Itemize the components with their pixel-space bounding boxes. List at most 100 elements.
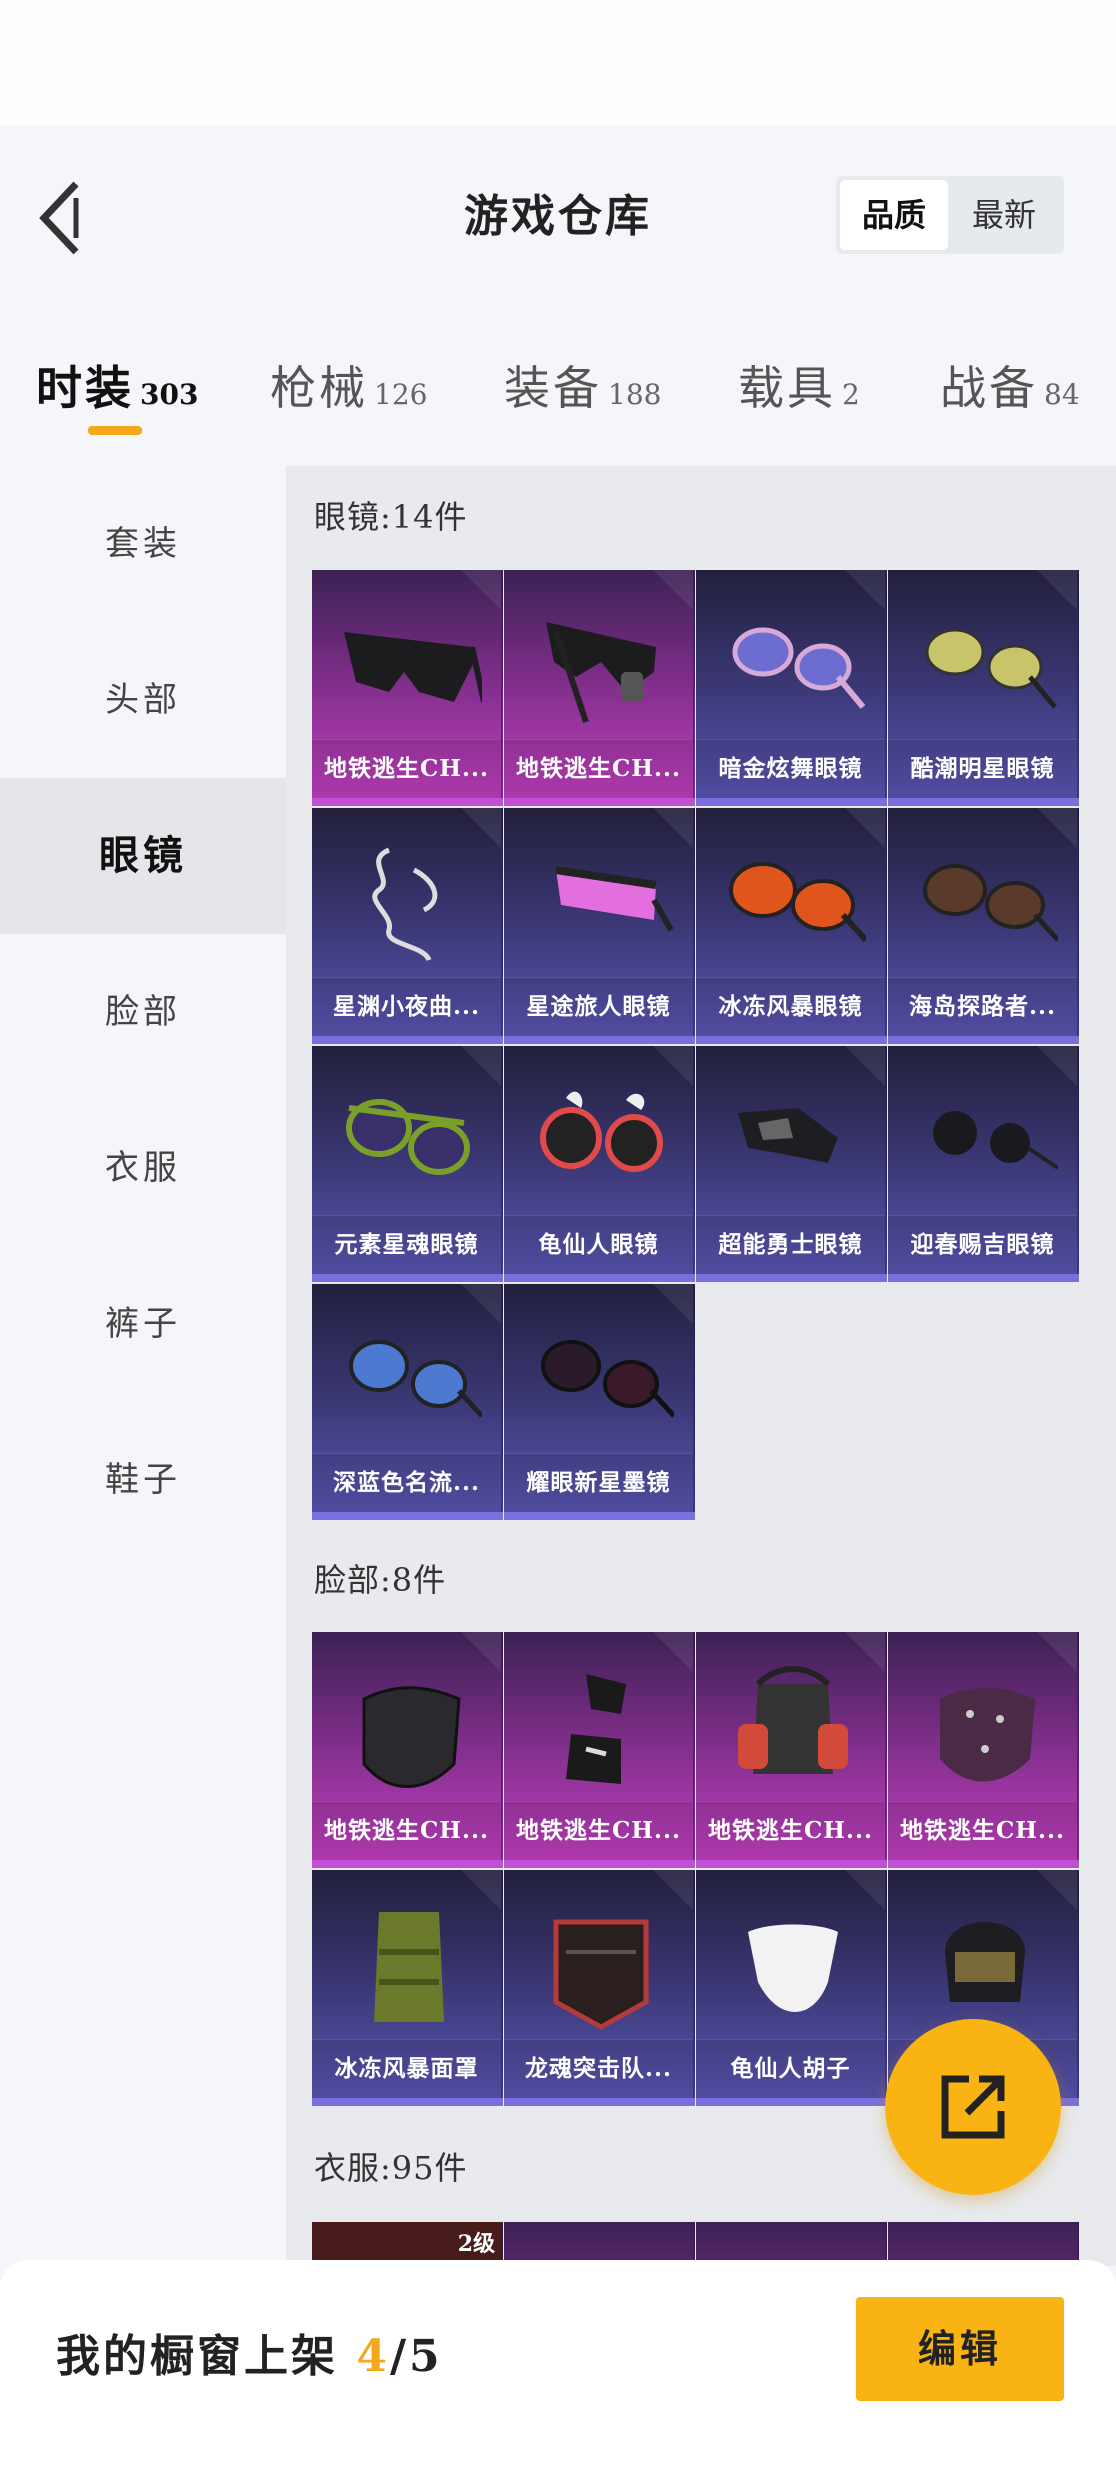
tab-vehicles[interactable]: 载具 2	[738, 352, 860, 422]
tab-label: 装备	[504, 361, 602, 415]
glasses-icon	[933, 1111, 1058, 1170]
item-name: 龟仙人胡子	[696, 2039, 885, 2098]
item-card[interactable]: 冰冻风暴面罩	[312, 1870, 503, 2106]
item-card[interactable]: 超能勇士眼镜	[696, 1046, 887, 1282]
glasses-icon	[346, 1099, 470, 1175]
sidebar-item-glasses[interactable]: 眼镜	[0, 778, 286, 934]
mask-icon	[566, 1674, 626, 1784]
section-title-face: 脸部:8件	[314, 1561, 447, 1599]
item-name: 酷潮明星眼镜	[888, 739, 1077, 798]
mask-icon	[362, 1686, 461, 1788]
showcase-label: 我的橱窗上架	[56, 2331, 357, 2382]
item-name: 超能勇士眼镜	[696, 1215, 885, 1274]
item-name: 迎春赐吉眼镜	[888, 1215, 1077, 1274]
item-name: 冰冻风暴眼镜	[696, 977, 885, 1036]
mask-icon	[553, 1919, 649, 2030]
tab-label: 枪械	[270, 361, 368, 415]
showcase-status: 我的橱窗上架 4/5	[56, 2320, 443, 2384]
item-card[interactable]: 地铁逃生CH...	[504, 1632, 695, 1868]
level-badge: 2级	[457, 2231, 495, 2257]
glasses-icon	[344, 632, 482, 703]
tab-equipment[interactable]: 装备 188	[504, 352, 661, 422]
share-external-icon	[941, 2075, 1005, 2139]
section-title-clothes: 衣服:95件	[314, 2149, 468, 2187]
glasses-icon	[732, 627, 866, 709]
item-card[interactable]: 海岛探路者...	[888, 808, 1079, 1044]
glasses-icon	[925, 628, 1057, 709]
item-name: 海岛探路者...	[888, 977, 1077, 1036]
share-button[interactable]	[885, 2019, 1061, 2195]
item-name: 耀眼新星墨镜	[504, 1453, 693, 1512]
tab-label: 时装	[36, 361, 134, 415]
neck-gaiter-icon	[374, 1912, 444, 2022]
item-card[interactable]: 耀眼新星墨镜	[504, 1284, 695, 1520]
glasses-icon	[555, 866, 674, 932]
tab-supplies[interactable]: 战备 84	[940, 352, 1080, 422]
item-card[interactable]: 酷潮明星眼镜	[888, 570, 1079, 806]
item-card[interactable]: 冰冻风暴眼镜	[696, 808, 887, 1044]
sort-quality-button[interactable]: 品质	[840, 180, 948, 250]
item-card[interactable]: 龟仙人胡子	[696, 1870, 887, 2106]
item-name: 龙魂突击队...	[504, 2039, 693, 2098]
sidebar-item-clothes[interactable]: 衣服	[0, 1090, 286, 1246]
tab-count: 188	[608, 378, 662, 411]
sidebar-item-pants[interactable]: 裤子	[0, 1246, 286, 1402]
tab-count: 126	[374, 378, 428, 411]
item-card[interactable]: 深蓝色名流...	[312, 1284, 503, 1520]
sort-newest-button[interactable]: 最新	[950, 180, 1058, 250]
glasses-icon	[546, 622, 656, 723]
item-card[interactable]: 地铁逃生CH...	[696, 1632, 887, 1868]
item-card[interactable]: 迎春赐吉眼镜	[888, 1046, 1079, 1282]
item-name: 暗金炫舞眼镜	[696, 739, 885, 798]
item-card[interactable]: 暗金炫舞眼镜	[696, 570, 887, 806]
glasses-icon	[540, 1091, 663, 1172]
showcase-current-count: 4	[356, 2331, 390, 2382]
item-name: 星途旅人眼镜	[504, 977, 693, 1036]
item-name: 地铁逃生CH...	[504, 1801, 693, 1860]
tab-count: 303	[140, 378, 199, 411]
glasses-icon	[372, 847, 438, 962]
tab-label: 载具	[738, 361, 836, 415]
item-card[interactable]: 星渊小夜曲...	[312, 808, 503, 1044]
tab-fashion[interactable]: 时装 303	[36, 352, 198, 422]
item-name: 地铁逃生CH...	[696, 1801, 885, 1860]
item-name: 地铁逃生CH...	[888, 1801, 1077, 1860]
sidebar-item-shoes[interactable]: 鞋子	[0, 1402, 286, 1558]
item-name: 冰冻风暴面罩	[312, 2039, 501, 2098]
sidebar: 套装 头部 眼镜 脸部 衣服 裤子 鞋子	[0, 466, 286, 2266]
item-card[interactable]: 元素星魂眼镜	[312, 1046, 503, 1282]
item-name: 元素星魂眼镜	[312, 1215, 501, 1274]
item-card[interactable]: 地铁逃生CH...	[312, 570, 503, 806]
item-card[interactable]: 龟仙人眼镜	[504, 1046, 695, 1282]
sort-toggle: 品质 最新	[836, 176, 1064, 254]
item-card[interactable]: 地铁逃生CH...	[504, 570, 695, 806]
tab-guns[interactable]: 枪械 126	[270, 352, 427, 422]
sidebar-item-head[interactable]: 头部	[0, 622, 286, 778]
sidebar-item-face[interactable]: 脸部	[0, 934, 286, 1090]
item-name: 龟仙人眼镜	[504, 1215, 693, 1274]
item-card[interactable]: 龙魂突击队...	[504, 1870, 695, 2106]
item-name: 深蓝色名流...	[312, 1453, 501, 1512]
item-card[interactable]: 地铁逃生CH...	[888, 1632, 1079, 1868]
item-card[interactable]: 地铁逃生CH...	[312, 1632, 503, 1868]
glasses-icon	[729, 862, 866, 943]
helmet-icon	[945, 1922, 1025, 2002]
glasses-icon	[349, 1340, 482, 1418]
showcase-bar: 我的橱窗上架 4/5 编辑	[0, 2260, 1116, 2484]
glasses-icon	[738, 1108, 838, 1163]
sidebar-item-suit[interactable]: 套装	[0, 466, 286, 622]
gas-mask-icon	[738, 1666, 848, 1774]
item-name: 地铁逃生CH...	[504, 739, 693, 798]
edit-button[interactable]: 编辑	[856, 2297, 1064, 2401]
tab-count: 84	[1044, 378, 1080, 411]
glasses-icon	[923, 864, 1058, 942]
section-title-glasses: 眼镜:14件	[314, 498, 468, 536]
tab-label: 战备	[940, 361, 1038, 415]
mask-icon	[940, 1687, 1035, 1782]
category-tabs: 时装 303 枪械 126 装备 188 载具 2 战备 84	[0, 330, 1116, 450]
glasses-icon	[541, 1340, 674, 1418]
item-name: 星渊小夜曲...	[312, 977, 501, 1036]
item-card[interactable]: 星途旅人眼镜	[504, 808, 695, 1044]
item-name: 地铁逃生CH...	[312, 739, 501, 798]
item-name: 地铁逃生CH...	[312, 1801, 501, 1860]
